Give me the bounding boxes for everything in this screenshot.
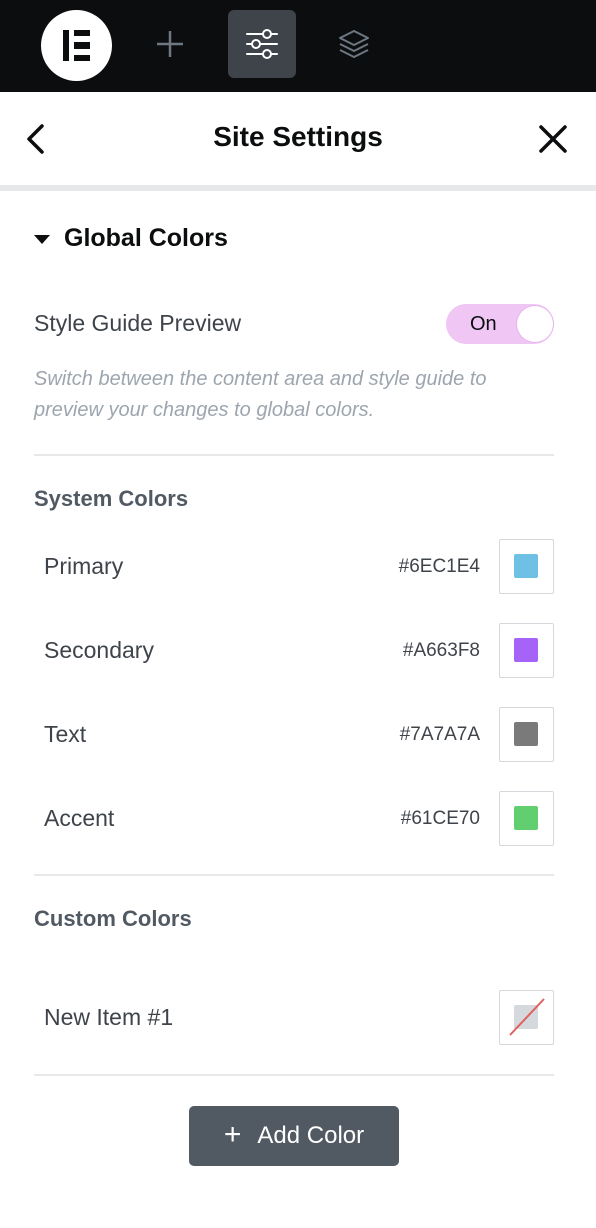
header-divider xyxy=(0,185,596,191)
add-element-button[interactable] xyxy=(136,10,204,78)
plus-icon xyxy=(157,31,183,57)
toggle-knob xyxy=(517,306,553,342)
system-color-row-accent: Accent #61CE70 xyxy=(34,791,554,847)
elementor-logo-icon[interactable] xyxy=(41,10,112,81)
color-hex-value: #A663F8 xyxy=(402,640,480,661)
caret-down-icon xyxy=(34,234,50,244)
color-hex-value: #7A7A7A xyxy=(399,724,480,745)
divider xyxy=(34,1074,554,1076)
system-color-row-text: Text #7A7A7A xyxy=(34,707,554,763)
system-color-row-primary: Primary #6EC1E4 xyxy=(34,539,554,595)
color-picker-button[interactable] xyxy=(499,539,554,594)
layers-icon xyxy=(339,30,369,58)
add-color-button[interactable]: + Add Color xyxy=(189,1106,399,1166)
style-guide-preview-toggle[interactable]: On xyxy=(446,304,554,344)
color-swatch xyxy=(514,722,538,746)
site-settings-button[interactable] xyxy=(228,10,296,78)
custom-color-row: New Item #1 xyxy=(34,990,554,1046)
color-swatch xyxy=(514,638,538,662)
custom-colors-title: Custom Colors xyxy=(34,906,192,931)
color-picker-button[interactable] xyxy=(499,990,554,1045)
divider xyxy=(34,874,554,876)
no-color-slash-icon xyxy=(509,998,545,1036)
add-color-label: Add Color xyxy=(257,1122,365,1149)
color-hex-value: #61CE70 xyxy=(400,808,480,829)
structure-button[interactable] xyxy=(320,10,388,78)
panel-header: Site Settings xyxy=(0,92,596,186)
top-toolbar xyxy=(0,0,596,92)
color-name: Text xyxy=(44,721,87,747)
style-guide-description: Switch between the content area and styl… xyxy=(34,368,487,421)
color-hex-value: #6EC1E4 xyxy=(398,556,480,577)
plus-icon: + xyxy=(223,1118,242,1151)
color-picker-button[interactable] xyxy=(499,623,554,678)
section-title: Global Colors xyxy=(64,224,228,252)
sliders-icon xyxy=(246,29,278,59)
color-swatch xyxy=(514,554,538,578)
close-icon[interactable] xyxy=(536,122,570,156)
style-guide-preview-label: Style Guide Preview xyxy=(34,310,242,336)
page-title: Site Settings xyxy=(213,121,383,152)
color-swatch xyxy=(514,806,538,830)
color-name: Accent xyxy=(44,805,115,831)
toggle-state-label: On xyxy=(470,313,497,335)
system-colors-title: System Colors xyxy=(34,486,189,511)
color-picker-button[interactable] xyxy=(499,707,554,762)
divider xyxy=(34,454,554,456)
color-name: Primary xyxy=(44,553,124,579)
system-color-row-secondary: Secondary #A663F8 xyxy=(34,623,554,679)
color-picker-button[interactable] xyxy=(499,791,554,846)
global-colors-section-toggle[interactable]: Global Colors xyxy=(34,224,228,253)
color-name: New Item #1 xyxy=(44,1004,174,1030)
color-name: Secondary xyxy=(44,637,154,663)
